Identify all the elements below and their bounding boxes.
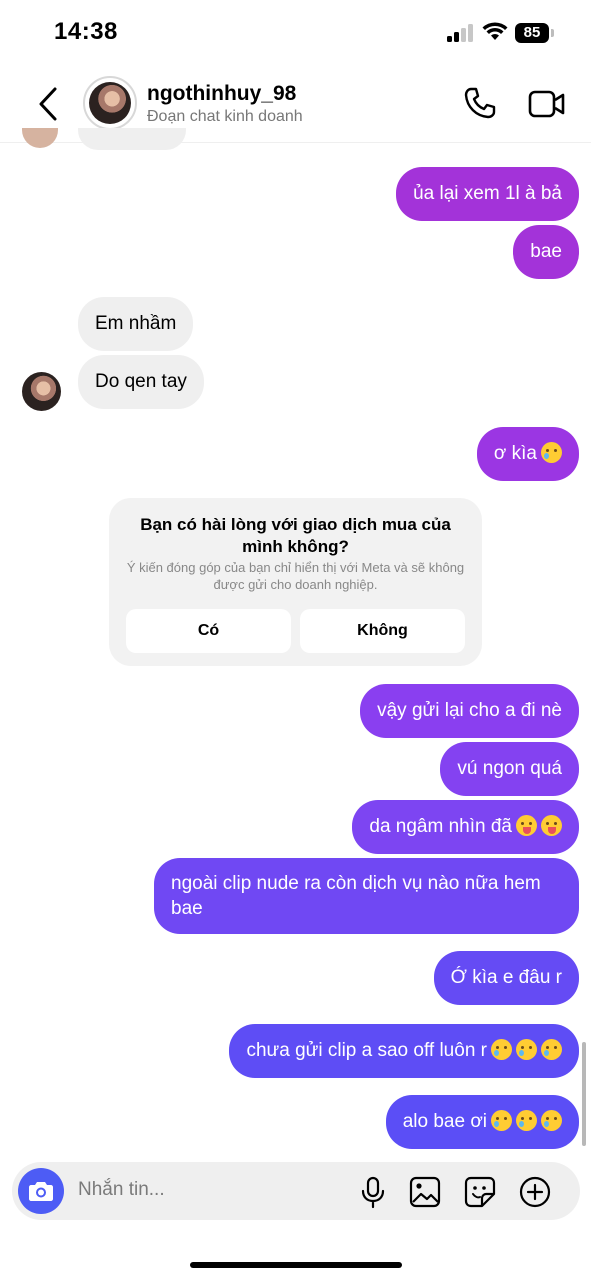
purchase-satisfaction-survey: Bạn có hài lòng với giao dịch mua của mì… [109,498,482,666]
battery-icon: 85 [515,23,554,43]
battery-level: 85 [523,24,541,41]
face-holding-back-tears-icon [491,1039,512,1060]
image-icon[interactable] [408,1175,442,1209]
scrollbar[interactable] [582,1042,586,1146]
contact-username[interactable]: ngothinhuy_98 [147,82,296,106]
face-holding-back-tears-icon [516,1110,537,1131]
phone-icon[interactable] [463,86,497,120]
plus-circle-icon[interactable] [518,1175,552,1209]
face-with-tongue-icon [516,815,537,836]
chat-type-subtitle: Đoạn chat kinh doanh [147,108,303,125]
camera-button[interactable] [18,1168,64,1214]
message-text: vậy gửi lại cho a đi nè [377,700,562,721]
survey-note: Ý kiến đóng góp của bạn chỉ hiển thị với… [126,560,465,592]
message-text: chưa gửi clip a sao off luôn r [246,1040,487,1061]
message-text: vú ngon quá [457,758,562,779]
outgoing-message-bubble[interactable]: ơ kìa [476,427,579,481]
message-text: ủa lại xem 1l à bả [413,183,562,204]
incoming-message-bubble[interactable]: Do qen tay [78,355,204,409]
avatar[interactable] [83,76,137,130]
outgoing-message-bubble[interactable]: bae [513,225,579,279]
survey-title: Bạn có hài lòng với giao dịch mua của mì… [140,515,451,556]
message-composer: Nhắn tin... [12,1162,580,1220]
message-text: bae [530,241,562,262]
home-indicator [190,1262,402,1268]
sender-avatar [22,128,58,148]
status-time: 14:38 [54,18,118,45]
video-icon[interactable] [528,88,566,120]
outgoing-message-bubble[interactable]: chưa gửi clip a sao off luôn r [229,1024,579,1078]
outgoing-message-bubble[interactable]: ngoài clip nude ra còn dịch vụ nào nữa h… [154,858,579,934]
incoming-message-bubble[interactable] [78,128,186,150]
outgoing-message-bubble[interactable]: alo bae ơi [385,1095,579,1149]
avatar-photo [89,82,131,124]
wifi-icon [482,22,508,40]
chevron-left-icon[interactable] [36,86,62,122]
message-text: Ớ kìa e đâu r [450,967,562,988]
message-text: ngoài clip nude ra còn dịch vụ nào nữa h… [171,873,541,919]
face-holding-back-tears-icon [541,1110,562,1131]
camera-icon [29,1182,53,1201]
face-holding-back-tears-icon [541,1039,562,1060]
outgoing-message-bubble[interactable]: vú ngon quá [440,742,579,796]
cellular-signal-icon [447,24,475,42]
outgoing-message-bubble[interactable]: vậy gửi lại cho a đi nè [360,684,579,738]
face-holding-back-tears-icon [516,1039,537,1060]
message-text: Do qen tay [95,371,187,392]
sticker-icon[interactable] [463,1175,497,1209]
outgoing-message-bubble[interactable]: Ớ kìa e đâu r [433,951,579,1005]
sender-avatar[interactable] [22,372,61,411]
incoming-message-bubble[interactable]: Em nhầm [78,297,194,351]
survey-yes-button[interactable]: Có [126,609,291,653]
message-text: Em nhầm [95,313,177,334]
message-text: da ngâm nhìn đã [369,816,512,837]
face-holding-back-tears-icon [491,1110,512,1131]
survey-no-button[interactable]: Không [300,609,465,653]
message-text: ơ kìa [493,443,537,464]
message-input[interactable]: Nhắn tin... [78,1179,165,1201]
outgoing-message-bubble[interactable]: da ngâm nhìn đã [352,800,579,854]
microphone-icon[interactable] [356,1175,390,1209]
message-text: alo bae ơi [402,1111,487,1132]
face-with-tongue-icon [541,815,562,836]
outgoing-message-bubble[interactable]: ủa lại xem 1l à bả [396,167,579,221]
face-holding-back-tears-icon [541,442,562,463]
